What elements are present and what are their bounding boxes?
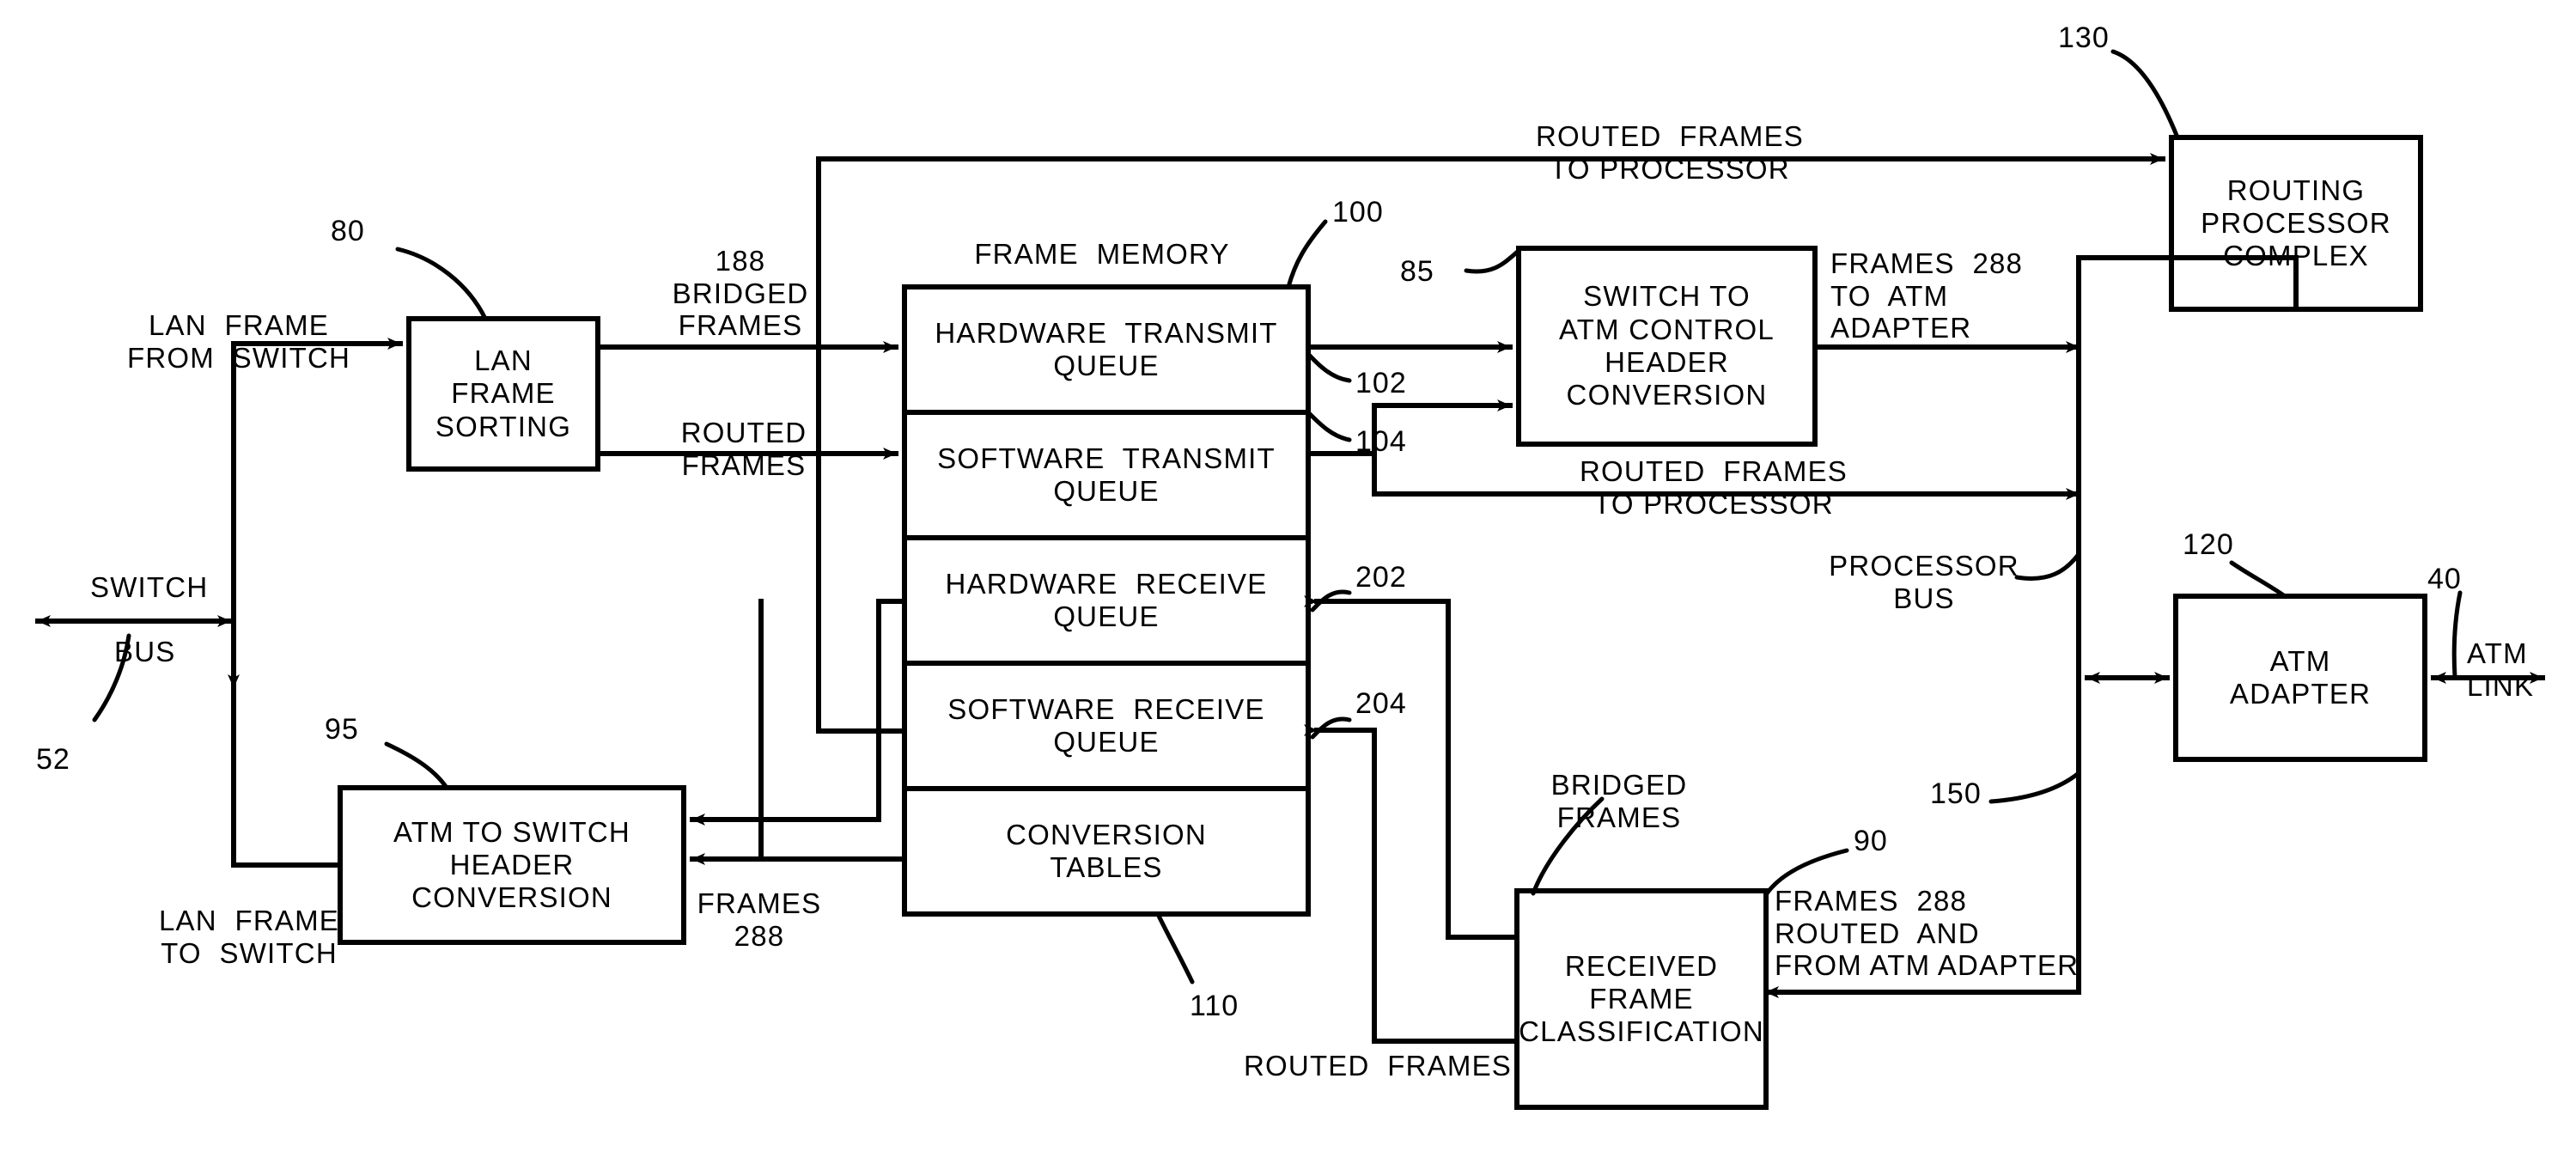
ref-120: 120: [2183, 528, 2234, 561]
box-lan-frame-sorting-hit[interactable]: [409, 319, 598, 469]
label-processor-bus: PROCESSOR BUS: [1829, 550, 2019, 614]
ref-95: 95: [325, 713, 359, 746]
ref-40: 40: [2427, 563, 2462, 595]
box-atm-to-switch-header-conversion-hit[interactable]: [340, 788, 684, 942]
label-lan-frame-from-switch: LAN FRAME FROM SWITCH: [126, 309, 351, 374]
ref-100: 100: [1332, 196, 1384, 229]
label-atm-link: ATM LINK: [2467, 637, 2535, 702]
ref-150: 150: [1930, 777, 1982, 810]
label-frames-288-to-atm-adapter: FRAMES 288 TO ATM ADAPTER: [1830, 247, 2024, 344]
ref-52: 52: [36, 743, 70, 776]
ref-80: 80: [331, 215, 365, 247]
box-hardware-receive-queue-hit[interactable]: [904, 538, 1308, 663]
box-switch-to-atm-control-header-conversion-hit[interactable]: [1519, 248, 1815, 444]
box-software-transmit-queue-hit[interactable]: [904, 412, 1308, 538]
ref-90: 90: [1854, 825, 1888, 857]
label-frames-288-left: FRAMES 288: [697, 887, 822, 952]
label-frame-memory-title: FRAME MEMORY: [974, 238, 1230, 270]
box-software-receive-queue-hit[interactable]: [904, 663, 1308, 789]
box-conversion-tables-hit[interactable]: [904, 789, 1308, 914]
ref-130: 130: [2058, 21, 2110, 54]
label-routed-frames-to-processor-mid: ROUTED FRAMES TO PROCESSOR: [1580, 455, 1848, 520]
label-bridged-frames-188: 188 BRIDGED FRAMES: [672, 245, 809, 342]
box-hardware-transmit-queue-hit[interactable]: [904, 287, 1308, 412]
label-bridged-frames-bottom: BRIDGED FRAMES: [1550, 769, 1688, 833]
box-routing-processor-complex-hit[interactable]: [2171, 137, 2421, 309]
ref-104: 104: [1355, 425, 1407, 458]
box-received-frame-classification-hit[interactable]: [1517, 891, 1766, 1107]
box-atm-adapter-hit[interactable]: [2176, 596, 2425, 759]
label-routed-frames-left: ROUTED FRAMES: [680, 417, 807, 481]
label-lan-frame-to-switch: LAN FRAME TO SWITCH: [158, 905, 340, 969]
ref-204: 204: [1355, 687, 1407, 720]
ref-102: 102: [1355, 367, 1407, 399]
label-frames-288-routed-and-from-atm-adapter: FRAMES 288 ROUTED AND FROM ATM ADAPTER: [1775, 885, 2080, 982]
label-routed-frames-to-processor-top: ROUTED FRAMES TO PROCESSOR: [1536, 120, 1804, 185]
ref-110: 110: [1190, 990, 1239, 1022]
label-switch-bus-top: SWITCH: [90, 571, 209, 603]
ref-85: 85: [1400, 255, 1434, 288]
ref-202: 202: [1355, 561, 1407, 594]
label-switch-bus-bottom: BUS: [114, 636, 176, 667]
label-routed-frames-bottom: ROUTED FRAMES: [1244, 1050, 1512, 1082]
patent-figure: LAN FRAME SORTING ATM TO SWITCH HEADER C…: [0, 0, 2576, 1164]
